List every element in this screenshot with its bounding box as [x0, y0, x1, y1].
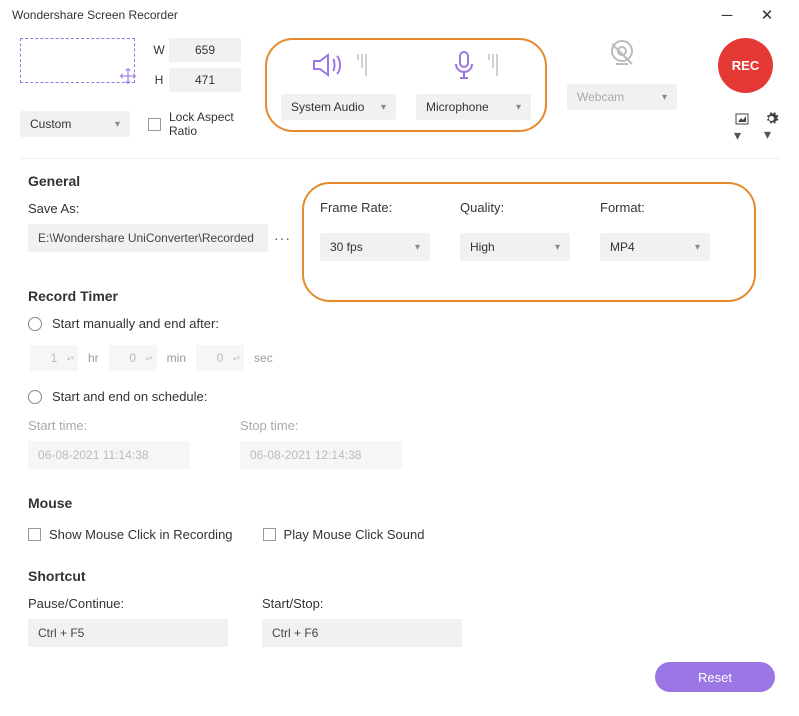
chevron-down-icon: ▾ [662, 92, 667, 103]
width-input[interactable] [169, 38, 241, 62]
minimize-button[interactable]: ─ [707, 7, 747, 24]
start-time-input[interactable] [28, 441, 190, 469]
microphone-icon [450, 50, 478, 80]
screenshot-tool-icon[interactable]: ▾ [734, 111, 750, 144]
pause-shortcut-label: Pause/Continue: [28, 596, 228, 611]
preset-value: Custom [30, 117, 71, 131]
timer-heading: Record Timer [28, 288, 771, 304]
system-audio-select[interactable]: System Audio ▾ [281, 94, 396, 120]
timer-manual-label: Start manually and end after: [52, 316, 219, 331]
height-input[interactable] [169, 68, 241, 92]
format-select[interactable]: MP4▾ [600, 233, 710, 261]
chevron-down-icon: ▾ [695, 242, 700, 253]
reset-button[interactable]: Reset [655, 662, 775, 692]
mouse-heading: Mouse [28, 495, 771, 511]
webcam-icon [606, 38, 638, 70]
close-button[interactable]: ✕ [747, 6, 787, 24]
general-heading: General [28, 173, 771, 189]
settings-icon[interactable]: ▾ [764, 111, 779, 144]
chevron-down-icon: ▾ [115, 119, 120, 130]
titlebar: Wondershare Screen Recorder ─ ✕ [0, 0, 799, 30]
startstop-shortcut-input[interactable] [262, 619, 462, 647]
speaker-level-bars [357, 54, 367, 76]
chevron-down-icon: ▾ [381, 102, 386, 113]
framerate-label: Frame Rate: [320, 200, 430, 215]
quality-label: Quality: [460, 200, 570, 215]
chevron-down-icon: ▾ [555, 242, 560, 253]
lock-aspect-checkbox[interactable] [148, 118, 161, 131]
chevron-down-icon: ▾ [516, 102, 521, 113]
hours-spinner[interactable]: 1▴▾ [30, 345, 78, 371]
capture-region-preview[interactable] [20, 38, 135, 83]
webcam-select[interactable]: Webcam ▾ [567, 84, 677, 110]
lock-aspect-label: Lock Aspect Ratio [169, 110, 239, 139]
pause-shortcut-input[interactable] [28, 619, 228, 647]
browse-path-button[interactable]: ··· [274, 230, 291, 246]
stop-time-input[interactable] [240, 441, 402, 469]
height-label: H [149, 73, 169, 87]
minutes-spinner[interactable]: 0▴▾ [109, 345, 157, 371]
timer-manual-radio[interactable] [28, 317, 42, 331]
microphone-select[interactable]: Microphone ▾ [416, 94, 531, 120]
move-icon [119, 67, 137, 85]
window-title: Wondershare Screen Recorder [12, 8, 707, 22]
framerate-select[interactable]: 30 fps▾ [320, 233, 430, 261]
shortcut-heading: Shortcut [28, 568, 771, 584]
startstop-shortcut-label: Start/Stop: [262, 596, 462, 611]
seconds-spinner[interactable]: 0▴▾ [196, 345, 244, 371]
timer-schedule-radio[interactable] [28, 390, 42, 404]
play-sound-label: Play Mouse Click Sound [284, 527, 425, 542]
quality-select[interactable]: High▾ [460, 233, 570, 261]
show-click-checkbox[interactable] [28, 528, 41, 541]
format-label: Format: [600, 200, 710, 215]
timer-schedule-label: Start and end on schedule: [52, 389, 207, 404]
speaker-icon [311, 50, 347, 80]
record-button[interactable]: REC [718, 38, 773, 93]
start-time-label: Start time: [28, 418, 190, 433]
show-click-label: Show Mouse Click in Recording [49, 527, 233, 542]
width-label: W [149, 43, 169, 57]
preset-select[interactable]: Custom ▾ [20, 111, 130, 137]
stop-time-label: Stop time: [240, 418, 402, 433]
save-path-input[interactable] [28, 224, 268, 252]
chevron-down-icon: ▾ [415, 242, 420, 253]
mic-level-bars [488, 54, 498, 76]
play-sound-checkbox[interactable] [263, 528, 276, 541]
audio-section: System Audio ▾ Microphone ▾ [265, 38, 547, 132]
